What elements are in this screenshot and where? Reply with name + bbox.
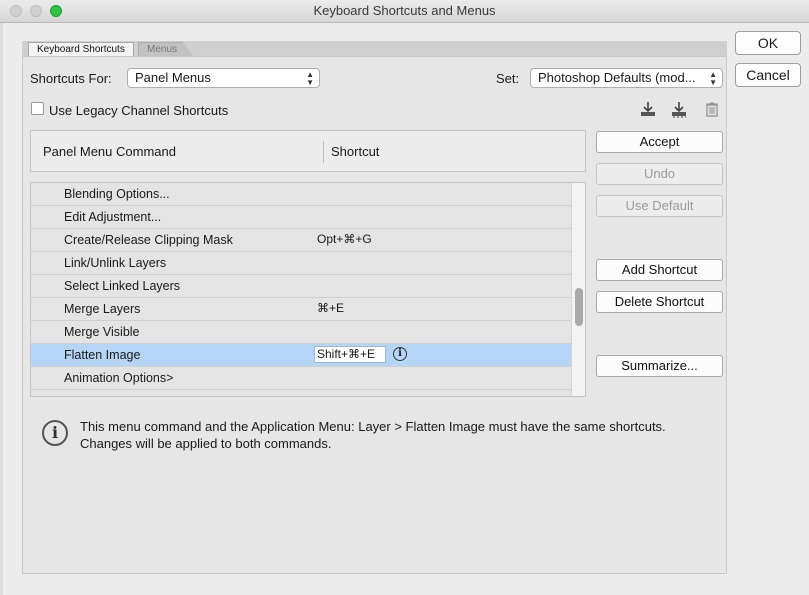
summarize-button[interactable]: Summarize... (596, 355, 723, 377)
table-scrollbar[interactable] (571, 183, 585, 396)
legacy-channel-checkbox[interactable] (31, 102, 44, 115)
info-icon: i (42, 420, 68, 446)
use-default-button[interactable]: Use Default (596, 195, 723, 217)
tab-keyboard-shortcuts[interactable]: Keyboard Shortcuts (28, 42, 134, 57)
table-row[interactable]: Create/Release Clipping Mask Opt+⌘+G (31, 229, 571, 252)
command-cell: Merge Layers (64, 302, 141, 316)
table-row[interactable]: Edit Adjustment... (31, 206, 571, 229)
command-cell: Create/Release Clipping Mask (64, 233, 233, 247)
column-header-shortcut[interactable]: Shortcut (331, 144, 379, 159)
table-row[interactable]: Link/Unlink Layers (31, 252, 571, 275)
command-cell: Edit Adjustment... (64, 210, 162, 224)
set-label: Set: (496, 71, 520, 86)
shortcut-cell: Opt+⌘+G (317, 232, 372, 246)
column-divider (323, 141, 324, 163)
command-cell: Merge Visible (64, 325, 140, 339)
accept-button[interactable]: Accept (596, 131, 723, 153)
shortcut-table: Blending Options... Edit Adjustment... C… (30, 182, 586, 397)
table-row[interactable]: Merge Visible (31, 321, 571, 344)
shortcuts-for-value: Panel Menus (135, 70, 211, 85)
window-title: Keyboard Shortcuts and Menus (313, 3, 496, 18)
message-line: Changes will be applied to both commands… (80, 436, 332, 451)
save-set-as-icon[interactable] (670, 100, 688, 118)
table-row-selected[interactable]: Flatten Image Shift+⌘+E i (31, 344, 571, 367)
delete-set-icon[interactable] (703, 100, 721, 118)
table-header: Panel Menu Command Shortcut (30, 130, 586, 172)
title-bar: Keyboard Shortcuts and Menus (0, 0, 809, 23)
shortcuts-for-select[interactable]: Panel Menus ▲ ▼ (127, 68, 320, 88)
table-row[interactable]: Merge Layers ⌘+E (31, 298, 571, 321)
shortcut-input[interactable]: Shift+⌘+E (314, 346, 386, 363)
save-set-icon[interactable] (639, 100, 657, 118)
window-edge (0, 22, 3, 595)
add-shortcut-button[interactable]: Add Shortcut (596, 259, 723, 281)
cancel-button[interactable]: Cancel (735, 63, 801, 87)
command-cell: Select Linked Layers (64, 279, 181, 293)
table-row[interactable]: Select Linked Layers (31, 275, 571, 298)
info-icon[interactable]: i (393, 347, 407, 361)
column-header-command[interactable]: Panel Menu Command (43, 144, 176, 159)
select-arrows-icon: ▲ ▼ (306, 70, 314, 87)
select-arrows-icon: ▲ ▼ (709, 70, 717, 87)
table-row[interactable]: Blending Options... (31, 183, 571, 206)
message-line: This menu command and the Application Me… (80, 419, 666, 434)
scrollbar-thumb[interactable] (575, 288, 583, 326)
undo-button[interactable]: Undo (596, 163, 723, 185)
conflict-message: This menu command and the Application Me… (80, 418, 666, 452)
delete-shortcut-button[interactable]: Delete Shortcut (596, 291, 723, 313)
shortcut-cell: ⌘+E (317, 301, 345, 315)
set-select[interactable]: Photoshop Defaults (mod... ▲ ▼ (530, 68, 723, 88)
shortcuts-for-label: Shortcuts For: (30, 71, 112, 86)
table-row[interactable]: Animation Options> (31, 367, 571, 390)
set-value: Photoshop Defaults (mod... (538, 70, 696, 85)
legacy-channel-label: Use Legacy Channel Shortcuts (49, 103, 229, 118)
command-cell: Animation Options> (64, 371, 174, 385)
ok-button[interactable]: OK (735, 31, 801, 55)
command-cell: Flatten Image (64, 348, 141, 362)
command-cell: Link/Unlink Layers (64, 256, 167, 270)
command-cell: Blending Options... (64, 187, 170, 201)
